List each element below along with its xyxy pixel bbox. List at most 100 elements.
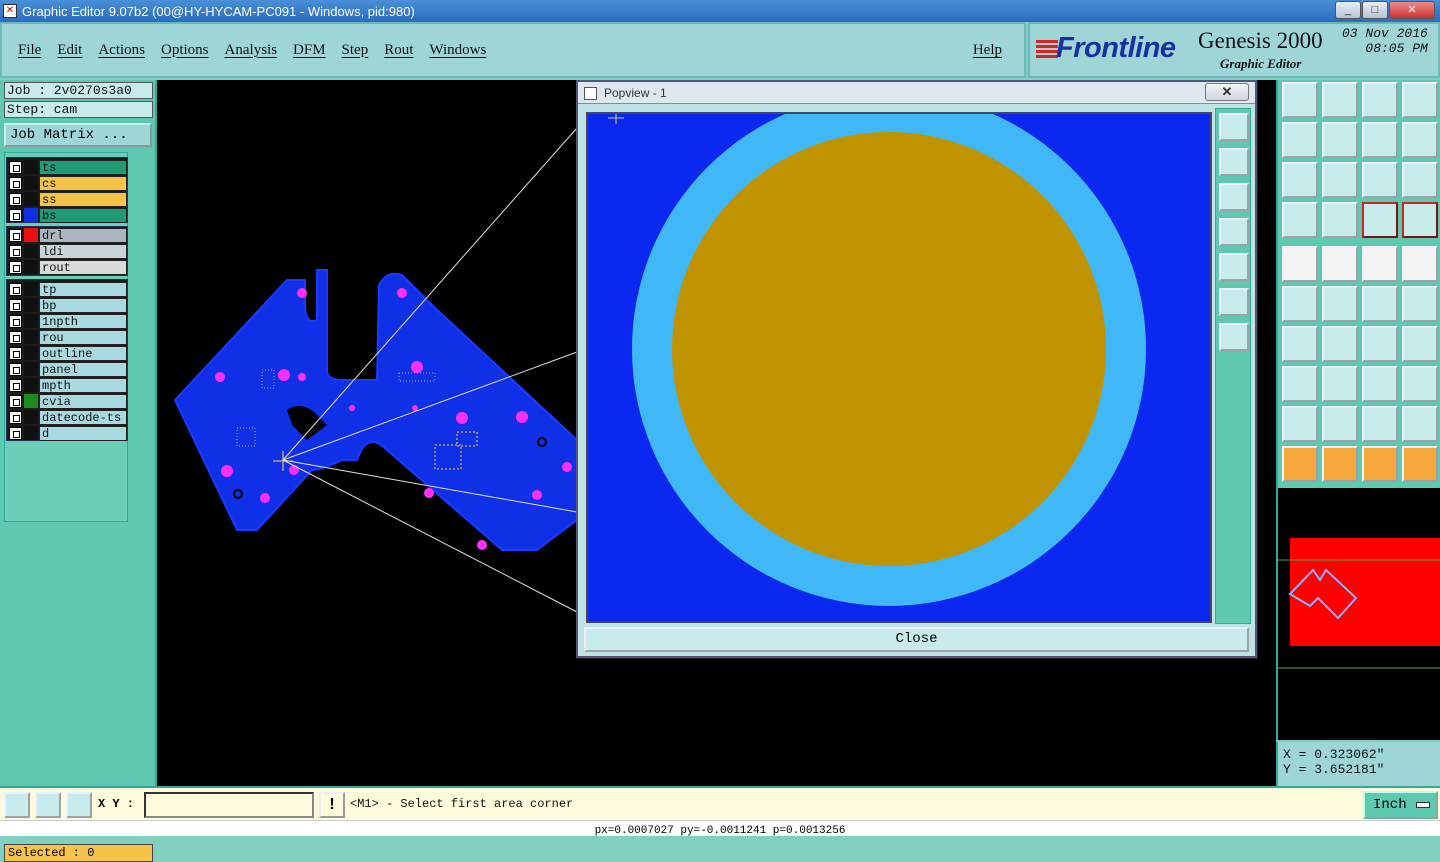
popview-pan-icon[interactable] xyxy=(1219,113,1249,141)
layer-name[interactable]: datecode-ts xyxy=(39,409,127,425)
layer-checkbox[interactable] xyxy=(9,410,22,424)
triangle-icon[interactable] xyxy=(1282,406,1318,442)
layer-color-swatch[interactable] xyxy=(24,208,38,222)
layer-row-datecode-ts[interactable]: datecode-ts xyxy=(7,409,127,425)
layer-checkbox[interactable] xyxy=(9,330,22,344)
pointer-path-icon[interactable] xyxy=(1402,446,1438,482)
xy-input[interactable] xyxy=(144,792,314,818)
resize-icon[interactable] xyxy=(1362,366,1398,402)
layer-name[interactable]: cs xyxy=(39,175,127,191)
layer-checkbox[interactable] xyxy=(9,426,22,440)
measure-icon[interactable] xyxy=(35,792,61,818)
layer-row-rout[interactable]: rout xyxy=(7,259,127,275)
layer-color-alt-icon[interactable] xyxy=(1402,202,1438,238)
layer-color-swatch[interactable] xyxy=(24,160,38,174)
minimize-button[interactable]: _ xyxy=(1335,1,1361,19)
layer-row-outline[interactable]: outline xyxy=(7,345,127,361)
layer-name[interactable]: drl xyxy=(39,227,127,243)
layer-color-swatch[interactable] xyxy=(24,298,38,312)
layer-row-cs[interactable]: cs xyxy=(7,175,127,191)
layer-color-swatch[interactable] xyxy=(24,346,38,360)
popview-close-button[interactable]: Close xyxy=(584,627,1249,652)
layer-row-tp[interactable]: tp xyxy=(7,281,127,297)
layer-checkbox[interactable] xyxy=(9,192,22,206)
layer-color-swatch[interactable] xyxy=(24,244,38,258)
line-icon[interactable] xyxy=(1322,246,1358,282)
layer-color-swatch[interactable] xyxy=(24,228,38,242)
unit-select[interactable]: Inch xyxy=(1363,791,1438,819)
layer-row-rou[interactable]: rou xyxy=(7,329,127,345)
cross-icon[interactable] xyxy=(1322,286,1358,322)
snake-icon[interactable] xyxy=(1402,122,1438,158)
close-window-button[interactable]: ✕ xyxy=(1389,1,1435,19)
layer-checkbox[interactable] xyxy=(9,282,22,296)
menu-analysis[interactable]: Analysis xyxy=(225,42,278,59)
layer-checkbox[interactable] xyxy=(9,362,22,376)
layer-color-swatch[interactable] xyxy=(24,176,38,190)
menu-actions[interactable]: Actions xyxy=(98,42,145,59)
move-icon[interactable] xyxy=(1282,366,1318,402)
circle-pad-icon[interactable] xyxy=(1402,246,1438,282)
layer-name[interactable]: ss xyxy=(39,191,127,207)
popview-down-icon[interactable] xyxy=(1219,183,1249,211)
layer-row-panel[interactable]: panel xyxy=(7,361,127,377)
layer-checkbox[interactable] xyxy=(9,298,22,312)
maximize-button[interactable]: □ xyxy=(1362,1,1388,19)
popview-left-icon[interactable] xyxy=(1219,218,1249,246)
layer-checkbox[interactable] xyxy=(9,244,22,258)
layer-color-swatch[interactable] xyxy=(24,192,38,206)
layer-color-swatch[interactable] xyxy=(24,330,38,344)
layer-color-icon[interactable] xyxy=(1362,202,1398,238)
pan-left-icon[interactable] xyxy=(1282,122,1318,158)
fit-screen-icon[interactable] xyxy=(1282,162,1318,198)
layer-color-swatch[interactable] xyxy=(24,282,38,296)
layer-row-mpth[interactable]: mpth xyxy=(7,377,127,393)
menu-step[interactable]: Step xyxy=(342,42,369,59)
popview-zoom-out-icon[interactable] xyxy=(1219,288,1249,316)
layer-name[interactable]: panel xyxy=(39,361,127,377)
layer-color-swatch[interactable] xyxy=(24,426,38,440)
ruler-icon[interactable] xyxy=(1362,246,1398,282)
layer-row-ts[interactable]: ts xyxy=(7,159,127,175)
menu-windows[interactable]: Windows xyxy=(429,42,486,59)
arc-icon[interactable] xyxy=(1362,286,1398,322)
menu-rout[interactable]: Rout xyxy=(384,42,413,59)
arc-alt-icon[interactable] xyxy=(1402,286,1438,322)
help-icon[interactable] xyxy=(1402,162,1438,198)
measure-tool-icon[interactable] xyxy=(1282,202,1318,238)
warning-button[interactable]: ! xyxy=(319,792,345,818)
zoom-home-icon[interactable] xyxy=(1282,82,1318,118)
layer-color-swatch[interactable] xyxy=(24,260,38,274)
layer-name[interactable]: ts xyxy=(39,159,127,175)
pointer-icon[interactable] xyxy=(1282,446,1318,482)
layer-name[interactable]: d xyxy=(39,425,127,441)
layer-checkbox[interactable] xyxy=(9,208,22,222)
layer-checkbox[interactable] xyxy=(9,346,22,360)
pan-right-icon[interactable] xyxy=(1322,122,1358,158)
layer-name[interactable]: cvia xyxy=(39,393,127,409)
layer-name[interactable]: tp xyxy=(39,281,127,297)
layer-name[interactable]: ldi xyxy=(39,243,127,259)
pointer-box-icon[interactable] xyxy=(1322,446,1358,482)
layer-checkbox[interactable] xyxy=(9,160,22,174)
layer-checkbox[interactable] xyxy=(9,378,22,392)
copy-icon[interactable] xyxy=(1402,366,1438,402)
layer-name[interactable]: rout xyxy=(39,259,127,275)
job-matrix-button[interactable]: Job Matrix ... xyxy=(4,123,152,147)
pointer-circle-icon[interactable] xyxy=(1362,446,1398,482)
popview-zoom-in-icon[interactable] xyxy=(1219,323,1249,351)
minus-icon[interactable] xyxy=(1322,366,1358,402)
layer-name[interactable]: bp xyxy=(39,297,127,313)
layer-row-d[interactable]: d xyxy=(7,425,127,441)
text-icon[interactable] xyxy=(1402,326,1438,362)
layer-name[interactable]: rou xyxy=(39,329,127,345)
layer-row-bp[interactable]: bp xyxy=(7,297,127,313)
connect-icon[interactable] xyxy=(1282,286,1318,322)
layer-color-swatch[interactable] xyxy=(24,314,38,328)
diagonal-icon[interactable] xyxy=(1322,326,1358,362)
grid-icon[interactable] xyxy=(66,792,92,818)
split-view-icon[interactable] xyxy=(1402,82,1438,118)
popview-canvas[interactable] xyxy=(586,112,1212,623)
layer-row-bs[interactable]: bs xyxy=(7,207,127,223)
angle-icon[interactable] xyxy=(1282,326,1318,362)
